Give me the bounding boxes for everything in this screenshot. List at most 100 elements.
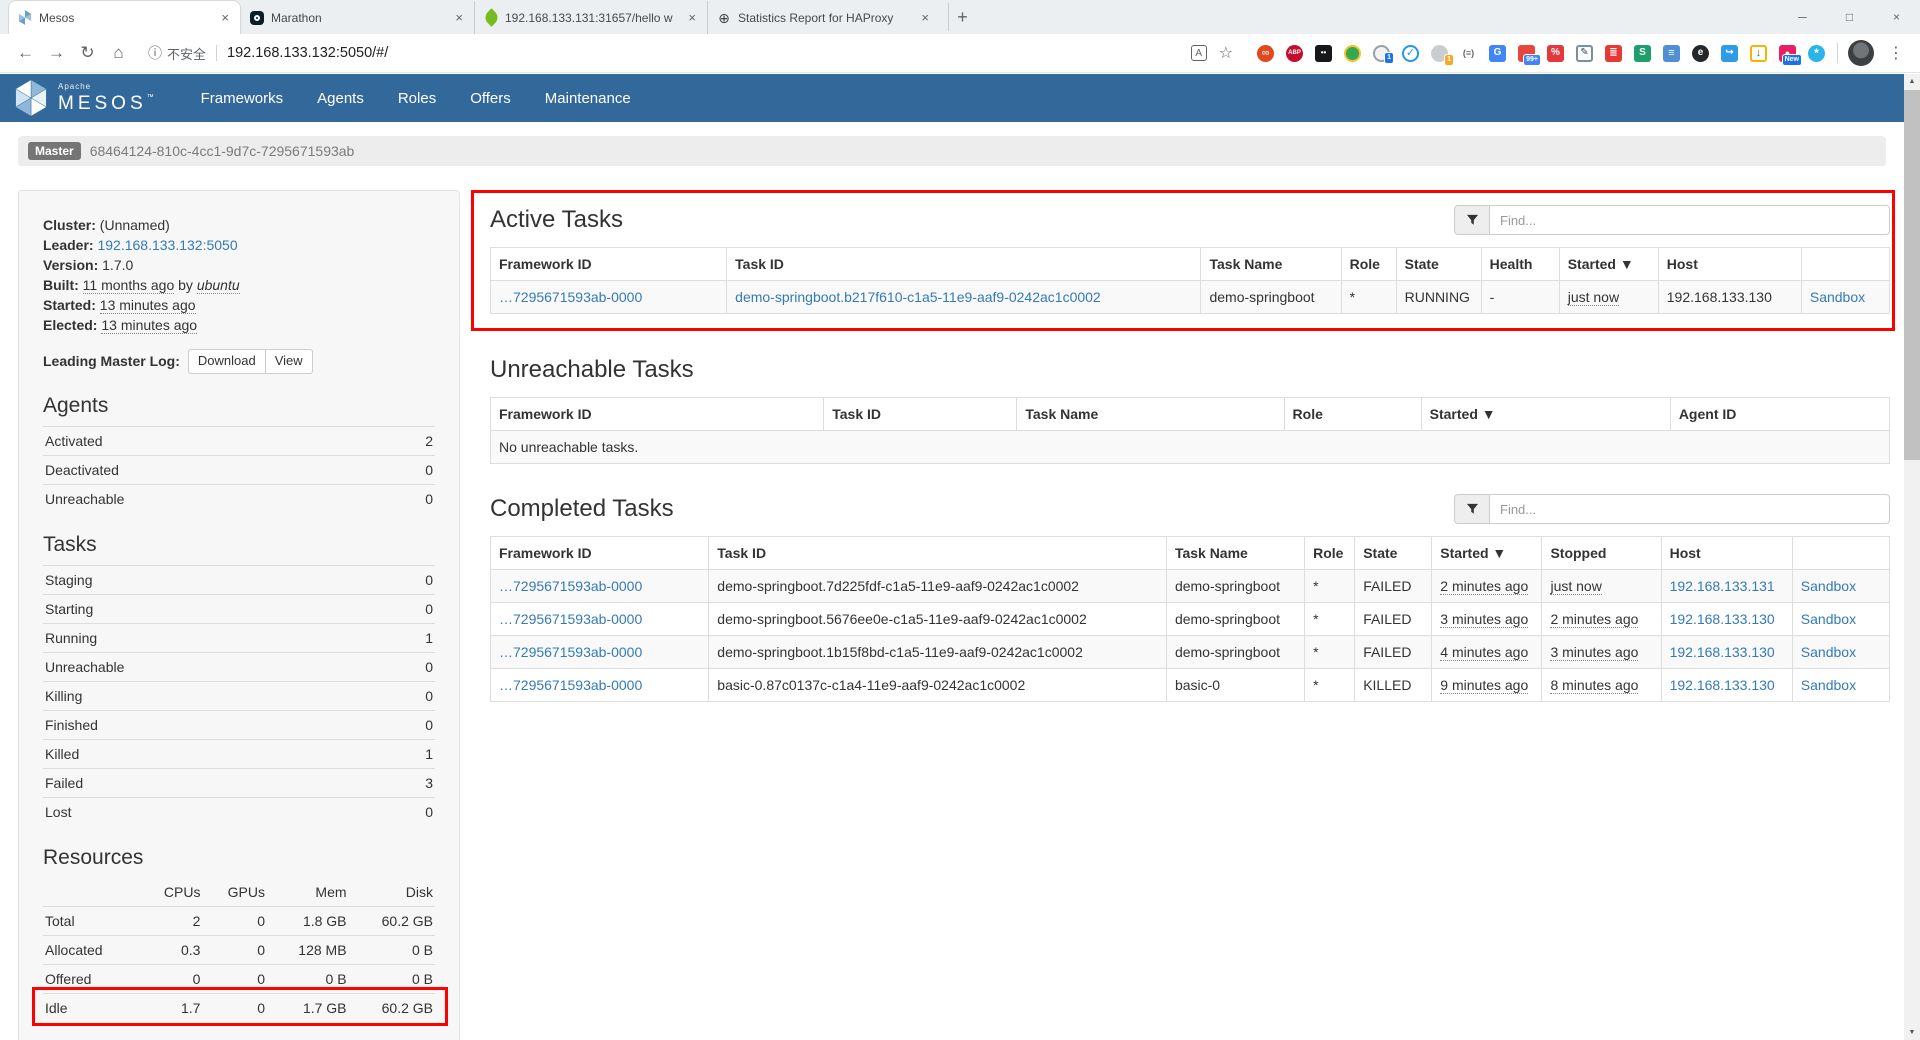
task-name-cell: demo-springboot — [1166, 636, 1304, 669]
tab-close-icon[interactable]: × — [685, 10, 699, 25]
new-tab-button[interactable]: + — [948, 3, 976, 31]
completed-tasks-title: Completed Tasks — [490, 494, 674, 524]
proxy-infinity-icon[interactable]: ∞ — [1257, 45, 1274, 62]
blue-doc-icon[interactable]: ≡ — [1663, 45, 1680, 62]
cluster-line: Cluster: (Unnamed) — [43, 215, 435, 235]
home-button[interactable]: ⌂ — [103, 43, 134, 63]
bookmark-star-icon[interactable]: ☆ — [1219, 43, 1233, 63]
forward-button[interactable]: → — [41, 43, 72, 63]
host-link[interactable]: 192.168.133.130 — [1670, 644, 1775, 660]
task-id-link[interactable]: demo-springboot.b217f610-c1a5-11e9-aaf9-… — [735, 289, 1101, 305]
table-row: Finished0 — [43, 710, 435, 739]
dark-dots-icon[interactable]: •• — [1315, 45, 1332, 62]
scroll-up-icon[interactable]: ▲ — [1904, 74, 1920, 89]
dark-e-icon[interactable]: e — [1692, 45, 1709, 62]
nav-item-roles[interactable]: Roles — [381, 90, 453, 107]
nav-item-maintenance[interactable]: Maintenance — [528, 90, 648, 107]
nav-item-offers[interactable]: Offers — [453, 90, 528, 107]
unreachable-tasks-section: Unreachable Tasks Framework ID Task ID T… — [490, 355, 1890, 464]
vertical-scrollbar[interactable]: ▲ ▼ — [1904, 74, 1920, 1040]
state-cell: KILLED — [1355, 669, 1432, 702]
table-row: Deactivated0 — [43, 455, 435, 484]
mail-counter-icon[interactable]: 99+ — [1518, 45, 1535, 62]
profile-pencil-icon[interactable]: ✎ — [1576, 45, 1593, 62]
leader-line: Leader: 192.168.133.132:5050 — [43, 235, 435, 255]
translate-ext-icon[interactable]: G — [1489, 45, 1506, 62]
braces-icon[interactable]: (≡) — [1460, 45, 1477, 62]
nav-item-agents[interactable]: Agents — [300, 90, 381, 107]
sandbox-link[interactable]: Sandbox — [1801, 677, 1856, 693]
framework-id-link[interactable]: …7295671593ab-0000 — [499, 289, 642, 305]
blue-check-icon[interactable]: ✓ — [1402, 45, 1419, 62]
profile-avatar[interactable] — [1848, 40, 1874, 66]
table-row-allocated: Allocated0.30128 MB0 B — [43, 935, 435, 964]
filter-funnel-icon[interactable] — [1454, 494, 1490, 524]
gray-clock-icon[interactable]: 1 — [1431, 45, 1448, 62]
minimize-button[interactable]: ─ — [1779, 0, 1826, 33]
active-tasks-title: Active Tasks — [490, 205, 623, 235]
share-arrow-icon[interactable]: ↪ — [1721, 45, 1738, 62]
green-s-icon[interactable]: S — [1634, 45, 1651, 62]
browser-tab-haproxy[interactable]: ⊕ Statistics Report for HAProxy × — [707, 1, 940, 34]
master-badge: Master — [28, 142, 81, 160]
security-chip[interactable]: ⓘ 不安全 — [148, 43, 206, 63]
sort-column-header[interactable]: Started ▼ — [1421, 398, 1670, 431]
framework-id-link[interactable]: …7295671593ab-0000 — [499, 578, 642, 594]
table-row-offered: Offered000 B0 B — [43, 964, 435, 993]
tab-close-icon[interactable]: × — [918, 10, 932, 25]
browser-tab-mesos[interactable]: Mesos × — [8, 0, 241, 34]
table-row: Killing0 — [43, 681, 435, 710]
sort-column-header[interactable]: Started ▼ — [1559, 248, 1658, 281]
leader-link[interactable]: 192.168.133.132:5050 — [97, 237, 237, 253]
table-header-row: Framework ID Task ID Task Name Role Stat… — [491, 248, 1890, 281]
sandbox-link[interactable]: Sandbox — [1801, 611, 1856, 627]
download-log-button[interactable]: Download — [188, 349, 266, 374]
download-arrow-icon[interactable]: ↓ — [1750, 45, 1767, 62]
framework-id-link[interactable]: …7295671593ab-0000 — [499, 644, 642, 660]
address-bar[interactable]: ⓘ 不安全 192.168.133.132:5050/#/ A ☆ — [140, 38, 1241, 68]
scroll-down-icon[interactable]: ▼ — [1904, 1025, 1920, 1040]
elected-line: Elected: 13 minutes ago — [43, 315, 435, 335]
marathon-favicon-icon — [249, 10, 265, 26]
browser-tab-springboot[interactable]: 192.168.133.131:31657/hello w × — [474, 1, 707, 34]
translate-icon[interactable]: A — [1191, 45, 1207, 61]
framework-id-link[interactable]: …7295671593ab-0000 — [499, 677, 642, 693]
info-icon: ⓘ — [148, 43, 162, 63]
wheel-icon[interactable]: * — [1808, 45, 1825, 62]
scrollbar-thumb[interactable] — [1904, 90, 1920, 460]
mesos-brand[interactable]: Apache MESOS™ — [14, 79, 158, 117]
reload-button[interactable]: ↻ — [72, 43, 103, 63]
browser-menu-icon[interactable]: ⋮ — [1882, 43, 1910, 63]
green-coin-icon[interactable] — [1344, 45, 1361, 62]
sandbox-link[interactable]: Sandbox — [1801, 578, 1856, 594]
find-input[interactable] — [1490, 494, 1890, 524]
framework-id-link[interactable]: …7295671593ab-0000 — [499, 611, 642, 627]
browser-tab-marathon[interactable]: Marathon × — [241, 1, 474, 34]
version-line: Version: 1.7.0 — [43, 255, 435, 275]
coupon-icon[interactable]: % — [1547, 45, 1564, 62]
back-button[interactable]: ← — [10, 43, 41, 63]
sandbox-link[interactable]: Sandbox — [1810, 289, 1865, 305]
host-link[interactable]: 192.168.133.130 — [1670, 677, 1775, 693]
sandbox-link[interactable]: Sandbox — [1801, 644, 1856, 660]
close-button[interactable]: × — [1873, 0, 1920, 33]
find-input[interactable] — [1490, 205, 1890, 235]
stopped-cell: 3 minutes ago — [1550, 644, 1638, 661]
table-row: Running1 — [43, 623, 435, 652]
maximize-button[interactable]: □ — [1826, 0, 1873, 33]
sort-column-header[interactable]: Started ▼ — [1432, 537, 1542, 570]
host-link[interactable]: 192.168.133.131 — [1670, 578, 1775, 594]
tab-close-icon[interactable]: × — [218, 10, 232, 25]
adblock-plus-icon[interactable]: ABP — [1286, 45, 1303, 62]
nav-item-frameworks[interactable]: Frameworks — [184, 90, 301, 107]
red-list-icon[interactable]: ≣ — [1605, 45, 1622, 62]
resources-table: CPUs GPUs Mem Disk Total201.8 GB60.2 GB … — [43, 878, 435, 1022]
url-text: 192.168.133.132:5050/#/ — [227, 45, 1191, 61]
tab-close-icon[interactable]: × — [452, 10, 466, 25]
camera-new-icon[interactable]: ●New — [1779, 45, 1796, 62]
task-name-cell: basic-0 — [1166, 669, 1304, 702]
filter-funnel-icon[interactable] — [1454, 205, 1490, 235]
cat-assistant-icon[interactable]: 1 — [1373, 45, 1390, 62]
view-log-button[interactable]: View — [266, 349, 313, 374]
host-link[interactable]: 192.168.133.130 — [1670, 611, 1775, 627]
